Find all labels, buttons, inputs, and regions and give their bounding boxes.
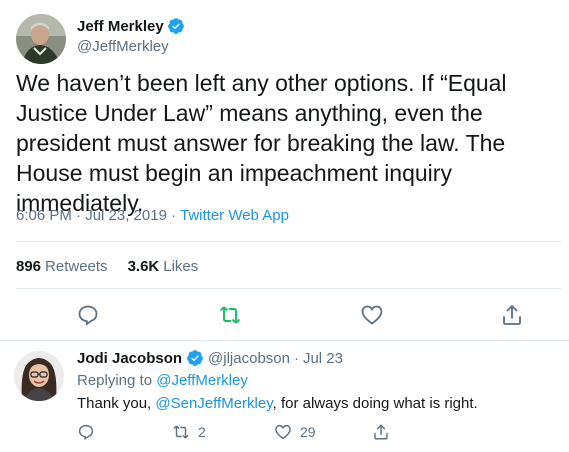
divider bbox=[16, 241, 561, 242]
tweet-separator bbox=[0, 340, 569, 341]
author-handle[interactable]: @JeffMerkley bbox=[77, 38, 169, 55]
jeff-merkley-avatar[interactable] bbox=[16, 14, 66, 64]
reply-date[interactable]: Jul 23 bbox=[303, 350, 343, 367]
reply-retweet-count: 2 bbox=[198, 424, 206, 440]
likes-stat[interactable]: 3.6K Likes bbox=[128, 258, 199, 275]
reply-text-after: , for always doing what is right. bbox=[272, 395, 478, 412]
verified-badge-icon bbox=[187, 350, 203, 366]
reply-header: Jodi Jacobson @jljacobson · Jul 23 bbox=[77, 349, 343, 367]
replying-to-link[interactable]: @JeffMerkley bbox=[156, 372, 248, 389]
tweet-actions bbox=[0, 303, 569, 327]
retweet-icon[interactable] bbox=[218, 303, 242, 327]
reply-share-button[interactable] bbox=[372, 422, 390, 442]
likes-label: Likes bbox=[163, 258, 199, 275]
share-icon[interactable] bbox=[500, 303, 524, 327]
reply-retweet-button[interactable]: 2 bbox=[172, 422, 206, 442]
reply-text-before: Thank you, bbox=[77, 395, 156, 412]
tweet-meta: 6:06 PM · Jul 23, 2019 · Twitter Web App bbox=[16, 207, 289, 224]
reply-author-handle[interactable]: @jljacobson bbox=[208, 350, 290, 367]
reply-icon[interactable] bbox=[76, 303, 100, 327]
likes-count: 3.6K bbox=[127, 258, 160, 275]
jodi-jacobson-avatar[interactable] bbox=[14, 351, 64, 401]
like-heart-icon bbox=[275, 424, 291, 440]
reply-like-count: 29 bbox=[300, 424, 316, 440]
main-tweet: Jeff Merkley @JeffMerkley We haven’t bee… bbox=[0, 0, 569, 341]
reply-like-button[interactable]: 29 bbox=[274, 422, 316, 442]
replying-to: Replying to @JeffMerkley bbox=[77, 372, 248, 389]
tweet-stats: 896 Retweets 3.6K Likes bbox=[16, 258, 198, 275]
retweets-count: 896 bbox=[16, 258, 42, 275]
reply-text: Thank you, @SenJeffMerkley, for always d… bbox=[77, 395, 478, 412]
divider bbox=[16, 288, 561, 289]
tweet-text: We haven’t been left any other options. … bbox=[16, 70, 507, 216]
reply-reply-button[interactable] bbox=[77, 422, 95, 442]
tweet-timestamp[interactable]: 6:06 PM · Jul 23, 2019 · bbox=[16, 207, 180, 224]
retweets-label: Retweets bbox=[45, 258, 108, 275]
tweet-source[interactable]: Twitter Web App bbox=[180, 207, 289, 224]
like-heart-icon[interactable] bbox=[360, 303, 384, 327]
verified-badge-icon bbox=[167, 18, 184, 34]
retweets-stat[interactable]: 896 Retweets bbox=[16, 258, 108, 275]
mention-link[interactable]: @SenJeffMerkley bbox=[155, 395, 272, 412]
dot-separator: · bbox=[293, 349, 299, 367]
replying-to-prefix: Replying to bbox=[77, 372, 157, 389]
reply-icon bbox=[78, 424, 94, 441]
author-name-text[interactable]: Jeff Merkley bbox=[77, 18, 164, 35]
reply-author-name[interactable]: Jodi Jacobson bbox=[77, 350, 182, 367]
retweet-icon bbox=[173, 425, 189, 439]
share-icon bbox=[374, 424, 388, 440]
author-name[interactable]: Jeff Merkley bbox=[77, 17, 185, 35]
